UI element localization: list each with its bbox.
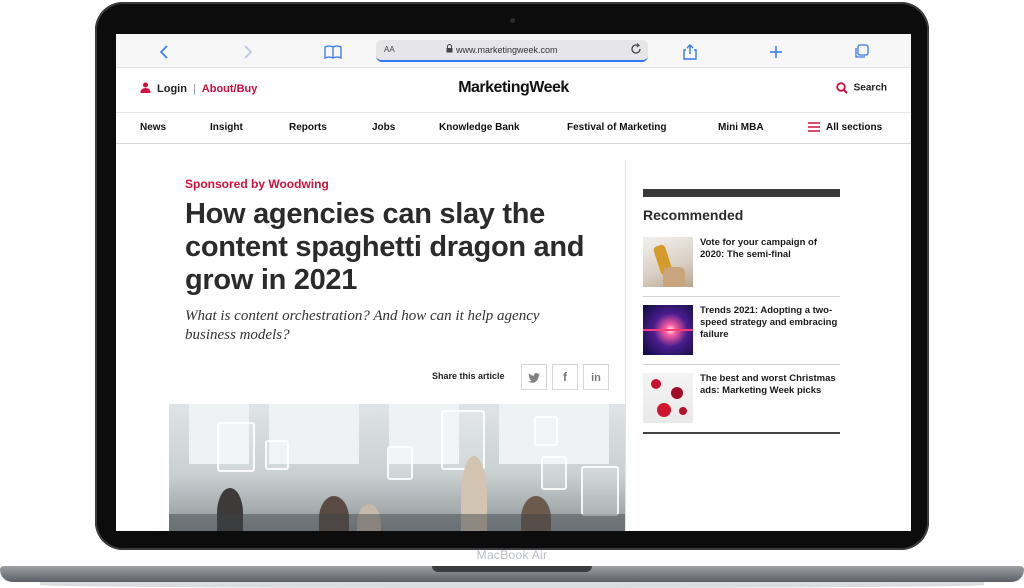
twitter-icon xyxy=(528,372,540,383)
recommended-item-title[interactable]: Trends 2021: Adopting a two-speed strate… xyxy=(700,305,840,341)
document-icon xyxy=(217,422,255,472)
search-label: Search xyxy=(853,82,887,94)
lock-icon xyxy=(446,44,453,55)
facebook-share-button[interactable]: f xyxy=(552,364,578,390)
recommended-divider xyxy=(643,364,840,365)
nav-mini-mba[interactable]: Mini MBA xyxy=(718,122,764,133)
forward-icon[interactable] xyxy=(236,34,260,67)
recommended-item-title[interactable]: Vote for your campaign of 2020: The semi… xyxy=(700,237,840,261)
nav-all-sections[interactable]: All sections xyxy=(808,122,882,133)
recommended-end-rule xyxy=(643,432,840,434)
recommended-thumbnail xyxy=(643,305,693,355)
browser-screen: AA www.marketingweek.com Login | About/Buy… xyxy=(116,34,911,531)
site-logo[interactable]: MarketingWeek xyxy=(116,79,911,97)
image-file-icon xyxy=(541,456,567,490)
document-icon xyxy=(534,416,558,446)
nav-insight[interactable]: Insight xyxy=(210,122,243,133)
linkedin-icon: in xyxy=(591,372,601,384)
nav-festival-of-marketing[interactable]: Festival of Marketing xyxy=(567,122,666,133)
nav-reports[interactable]: Reports xyxy=(289,122,327,133)
recommended-item[interactable]: Trends 2021: Adopting a two-speed strate… xyxy=(643,305,840,365)
nav-news[interactable]: News xyxy=(140,122,166,133)
recommended-thumbnail xyxy=(643,373,693,423)
url-text: www.marketingweek.com xyxy=(456,45,558,55)
all-sections-label: All sections xyxy=(826,122,883,133)
plus-icon[interactable] xyxy=(764,34,788,67)
camera-icon xyxy=(510,18,515,23)
recommended-item-title[interactable]: The best and worst Christmas ads: Market… xyxy=(700,373,840,397)
article-hero-image xyxy=(169,404,625,531)
recommended-divider xyxy=(643,296,840,297)
browser-toolbar: AA www.marketingweek.com xyxy=(116,34,911,68)
device-label: MacBook Air xyxy=(476,548,548,562)
recommended-item[interactable]: Vote for your campaign of 2020: The semi… xyxy=(643,237,840,297)
sponsor-label[interactable]: Sponsored by Woodwing xyxy=(185,177,329,191)
menu-icon xyxy=(808,122,820,133)
share-label: Share this article xyxy=(432,371,505,381)
document-icon xyxy=(265,440,289,470)
image-file-icon xyxy=(387,446,413,480)
recommended-item[interactable]: The best and worst Christmas ads: Market… xyxy=(643,373,840,433)
recommended-bar xyxy=(643,189,840,197)
share-icon[interactable] xyxy=(678,34,702,67)
column-divider xyxy=(625,160,626,531)
recommended-thumbnail xyxy=(643,237,693,287)
text-size-button[interactable]: AA xyxy=(384,45,395,54)
twitter-share-button[interactable] xyxy=(521,364,547,390)
tabs-icon[interactable] xyxy=(849,34,873,67)
search-icon xyxy=(835,82,848,94)
address-bar[interactable]: AA www.marketingweek.com xyxy=(376,40,648,62)
book-icon[interactable] xyxy=(321,34,345,67)
laptop-notch xyxy=(432,566,592,572)
article-headline: How agencies can slay the content spaghe… xyxy=(185,198,585,296)
nav-knowledge-bank[interactable]: Knowledge Bank xyxy=(439,122,520,133)
reload-icon[interactable] xyxy=(630,43,642,57)
article-standfirst: What is content orchestration? And how c… xyxy=(185,308,540,343)
site-header: Login | About/Buy MarketingWeek Search xyxy=(116,68,911,113)
nav-jobs[interactable]: Jobs xyxy=(372,122,395,133)
main-nav: News Insight Reports Jobs Knowledge Bank… xyxy=(116,113,911,144)
facebook-icon: f xyxy=(563,370,567,384)
linkedin-share-button[interactable]: in xyxy=(583,364,609,390)
document-icon xyxy=(581,466,619,516)
search-button[interactable]: Search xyxy=(835,82,887,94)
back-icon[interactable] xyxy=(152,34,176,67)
laptop-shadow xyxy=(40,582,984,588)
recommended-title: Recommended xyxy=(643,207,744,223)
